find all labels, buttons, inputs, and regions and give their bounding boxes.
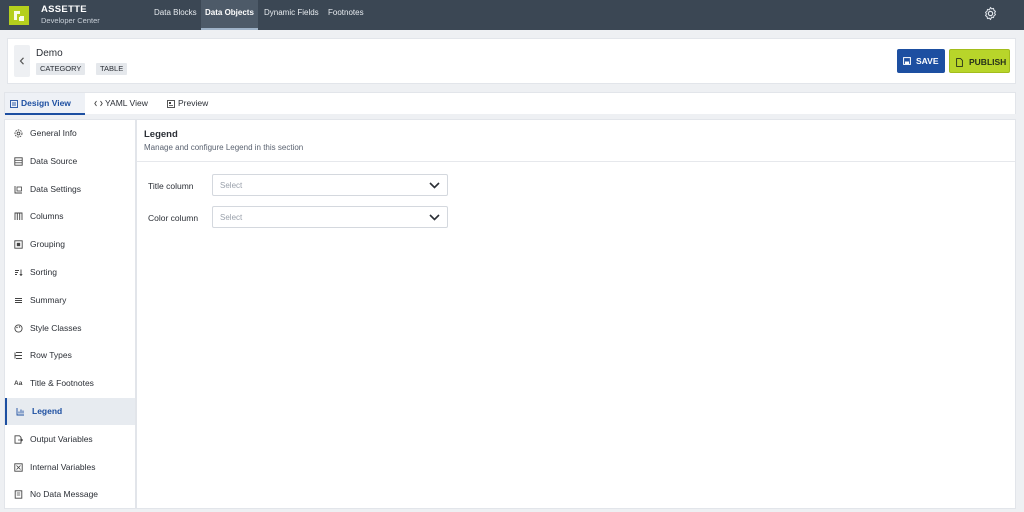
sidebar-item-label: Grouping (30, 239, 65, 250)
message-icon (14, 490, 23, 500)
grouping-icon (14, 240, 23, 249)
sidebar-item-label: Data Settings (30, 183, 82, 194)
object-title: Demo (36, 48, 63, 59)
logo[interactable] (9, 6, 29, 25)
sidebar-item-data-source[interactable]: Data Source (5, 148, 135, 175)
preview-icon (167, 100, 175, 108)
file-icon (956, 58, 963, 67)
sidebar-item-label: Columns (30, 211, 64, 222)
view-tabs: Design View YAML View Preview (4, 92, 1016, 115)
sidebar-item-summary[interactable]: Summary (5, 287, 135, 314)
sidebar-item-label: General Info (30, 128, 77, 138)
sidebar-item-label: Legend (32, 406, 63, 416)
text-icon: Aa (14, 380, 23, 388)
sidebar-item-row-types[interactable]: Row Types (5, 342, 135, 369)
tab-yaml-view[interactable]: YAML View (89, 93, 159, 115)
summary-icon (15, 297, 22, 303)
rows-icon (14, 352, 22, 360)
output-icon (14, 435, 23, 444)
sidebar-item-grouping[interactable]: Grouping (5, 231, 135, 258)
title-column-select[interactable]: Select (212, 174, 448, 196)
code-icon (94, 100, 103, 107)
sidebar-item-sorting[interactable]: Sorting (5, 259, 135, 286)
color-column-placeholder: Select (220, 213, 243, 222)
section-title: Legend (144, 129, 178, 140)
brand-subtitle: Developer Center (41, 16, 100, 25)
object-header: Demo CATEGORY TABLE SAVE PUBLISH (7, 38, 1016, 84)
color-column-label: Color column (148, 213, 199, 223)
sidebar-item-legend[interactable]: Legend (5, 398, 135, 425)
section-sidebar: General Info Data Source Data Settings C… (4, 119, 136, 509)
save-button[interactable]: SAVE (897, 49, 945, 73)
nav-data-blocks[interactable]: Data Blocks (150, 0, 201, 30)
tag-table: TABLE (96, 63, 128, 75)
gear-icon (14, 129, 23, 138)
tab-preview[interactable]: Preview (162, 93, 222, 115)
sidebar-item-general-info[interactable]: General Info (5, 120, 135, 147)
color-column-select[interactable]: Select (212, 206, 448, 228)
publish-button[interactable]: PUBLISH (949, 49, 1010, 73)
sidebar-item-label: Style Classes (30, 322, 82, 333)
sidebar-item-label: Internal Variables (30, 461, 96, 472)
nav-footnotes[interactable]: Footnotes (324, 0, 368, 30)
sidebar-item-label: Output Variables (30, 433, 93, 444)
columns-icon (14, 212, 23, 221)
title-column-placeholder: Select (220, 181, 243, 190)
sidebar-item-label: No Data Message (30, 489, 99, 500)
nav-data-objects[interactable]: Data Objects (201, 0, 258, 30)
sidebar-item-title-footnotes[interactable]: Aa Title & Footnotes (5, 370, 135, 397)
sidebar-item-output-variables[interactable]: Output Variables (5, 426, 135, 453)
sidebar-item-columns[interactable]: Columns (5, 203, 135, 230)
sidebar-item-internal-variables[interactable]: Internal Variables (5, 454, 135, 481)
legend-panel: Legend Manage and configure Legend in th… (136, 119, 1016, 509)
palette-icon (14, 324, 23, 333)
tab-label: Design View (21, 98, 71, 108)
gear-icon[interactable] (983, 6, 998, 23)
save-label: SAVE (916, 56, 939, 66)
save-icon (903, 57, 911, 65)
tab-label: Preview (178, 98, 209, 108)
sort-icon (15, 269, 23, 277)
sidebar-item-style-classes[interactable]: Style Classes (5, 315, 135, 342)
sidebar-item-label: Summary (30, 294, 67, 305)
nav-dynamic-fields[interactable]: Dynamic Fields (260, 0, 323, 30)
tab-label: YAML View (105, 98, 148, 108)
sidebar-item-label: Row Types (30, 350, 72, 361)
sidebar-item-label: Data Source (30, 155, 78, 166)
chevron-down-icon (429, 182, 440, 189)
divider (137, 161, 1015, 162)
chevron-down-icon (429, 214, 440, 221)
tag-category: CATEGORY (36, 63, 86, 75)
settings-icon (14, 185, 22, 194)
top-bar: ASSETTE Developer Center Data Blocks Dat… (0, 0, 1024, 30)
chevron-left-icon (19, 57, 24, 65)
sidebar-item-label: Sorting (30, 267, 57, 277)
sidebar-item-data-settings[interactable]: Data Settings (5, 176, 135, 203)
tab-design-view[interactable]: Design View (5, 93, 85, 115)
back-button[interactable] (14, 45, 30, 77)
legend-icon (16, 408, 24, 416)
section-description: Manage and configure Legend in this sect… (144, 143, 304, 152)
variables-icon (14, 462, 23, 472)
sidebar-item-no-data-message[interactable]: No Data Message (5, 481, 135, 508)
brand-title: ASSETTE (41, 4, 87, 15)
publish-label: PUBLISH (969, 57, 1007, 67)
title-column-label: Title column (148, 181, 194, 191)
design-icon (10, 100, 18, 108)
sidebar-item-label: Title & Footnotes (30, 378, 94, 389)
database-icon (14, 157, 23, 166)
